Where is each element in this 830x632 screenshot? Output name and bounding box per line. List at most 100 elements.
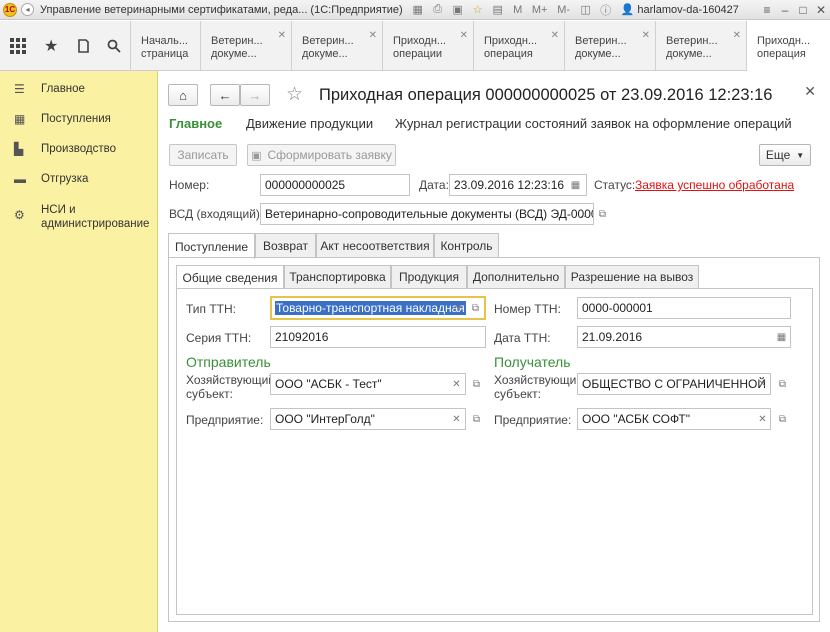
calculator-icon[interactable]: ▦ bbox=[411, 3, 425, 16]
tab-return[interactable]: Возврат bbox=[255, 233, 316, 257]
receiver-enterprise-field[interactable]: ООО "АСБК СОФТ" bbox=[577, 408, 771, 430]
history-icon[interactable]: ▤ bbox=[491, 3, 505, 16]
tab-transport[interactable]: Транспортировка bbox=[284, 265, 391, 288]
number-label: Номер: bbox=[169, 178, 210, 192]
grid-icon: ▦ bbox=[14, 112, 26, 126]
tab-vet-docs-3[interactable]: Ветерин... докуме... ✕ bbox=[564, 21, 654, 71]
factory-icon: ▙ bbox=[14, 142, 24, 156]
home-button[interactable]: ⌂ bbox=[168, 84, 198, 106]
current-user[interactable]: 👤 harlamov-da-160427 bbox=[621, 3, 739, 17]
sender-entity-field[interactable]: ООО "АСБК - Тест" bbox=[270, 373, 466, 395]
truck-icon: ▬ bbox=[14, 172, 26, 186]
print-icon[interactable]: ⎙ bbox=[431, 3, 445, 16]
clear-icon[interactable]: ✕ bbox=[448, 373, 465, 395]
tab-close-icon[interactable]: ✕ bbox=[460, 29, 468, 42]
menu-icon[interactable]: ≡ bbox=[758, 3, 776, 17]
tab-nonconformity-act[interactable]: Акт несоответствия bbox=[316, 233, 434, 257]
minimize-icon[interactable]: – bbox=[776, 3, 794, 17]
tab-control[interactable]: Контроль bbox=[434, 233, 499, 257]
back-circle-icon[interactable]: ◂ bbox=[21, 3, 34, 16]
tab-incoming-op-1[interactable]: Приходн... операция ✕ bbox=[473, 21, 563, 71]
favorite-star-icon[interactable]: ☆ bbox=[286, 83, 303, 106]
sidebar-item-label: Производство bbox=[41, 143, 116, 155]
clear-icon[interactable]: ✕ bbox=[754, 373, 771, 395]
sender-group-title: Отправитель bbox=[186, 354, 271, 370]
receiver-entity-label: Хозяйствующий субъект: bbox=[494, 373, 583, 401]
open-icon[interactable]: ⧉ bbox=[774, 373, 791, 395]
chevron-down-icon: ▼ bbox=[796, 150, 805, 160]
save-button[interactable]: Записать bbox=[169, 144, 237, 166]
window-titlebar: 1С ◂ Управление ветеринарными сертификат… bbox=[0, 0, 830, 20]
link-main[interactable]: Главное bbox=[169, 116, 222, 131]
sidebar-item-main[interactable]: ☰ Главное bbox=[14, 83, 85, 95]
tab-incoming-ops[interactable]: Приходн... операции ✕ bbox=[382, 21, 472, 71]
back-button[interactable]: ← bbox=[210, 84, 240, 106]
ttn-type-value: Товарно-транспортная накладная bbox=[275, 301, 466, 315]
calendar-icon[interactable]: ▦ bbox=[773, 326, 790, 348]
m-minus-icon[interactable]: M- bbox=[555, 4, 573, 16]
form-request-icon: ▣ bbox=[251, 149, 262, 162]
m-icon[interactable]: M bbox=[511, 4, 525, 16]
sidebar-item-label: НСИ и администрирование bbox=[41, 204, 150, 230]
close-form-icon[interactable]: ✕ bbox=[804, 83, 816, 100]
clear-icon[interactable]: ✕ bbox=[754, 408, 771, 430]
maximize-icon[interactable]: □ bbox=[794, 3, 812, 17]
ttn-date-field[interactable]: 21.09.2016 bbox=[577, 326, 791, 348]
tab-close-icon[interactable]: ✕ bbox=[551, 29, 559, 42]
open-icon[interactable]: ⧉ bbox=[594, 203, 611, 225]
sidebar-item-receipts[interactable]: ▦ Поступления bbox=[14, 113, 111, 125]
ttn-series-field[interactable]: 21092016 bbox=[270, 326, 486, 348]
tab-additional[interactable]: Дополнительно bbox=[467, 265, 565, 288]
forward-button[interactable]: → bbox=[240, 84, 270, 106]
menu-lines-icon: ☰ bbox=[14, 82, 25, 96]
sidebar-item-shipment[interactable]: ▬ Отгрузка bbox=[14, 173, 88, 185]
link-movement[interactable]: Движение продукции bbox=[246, 116, 373, 131]
vsd-field[interactable]: Ветеринарно-сопроводительные документы (… bbox=[260, 203, 594, 225]
favorites-star-icon[interactable]: ★ bbox=[35, 21, 67, 71]
app-logo-icon[interactable]: 1С bbox=[3, 2, 17, 17]
dropdown-arrow-icon[interactable]: ▾ bbox=[450, 297, 467, 319]
search-icon[interactable] bbox=[98, 21, 130, 71]
tab-export-permit[interactable]: Разрешение на вывоз bbox=[565, 265, 699, 288]
number-field[interactable]: 000000000025 bbox=[260, 174, 410, 196]
tab-receipt[interactable]: Поступление bbox=[168, 233, 255, 259]
tab-general[interactable]: Общие сведения bbox=[176, 265, 284, 289]
sidebar-item-production[interactable]: ▙ Производство bbox=[14, 143, 116, 155]
apps-grid-icon[interactable] bbox=[0, 21, 35, 71]
tab-close-icon[interactable]: ✕ bbox=[369, 29, 377, 42]
more-button[interactable]: Еще ▼ bbox=[759, 144, 811, 166]
receiver-enterprise-label: Предприятие: bbox=[494, 413, 572, 427]
history-clock-icon[interactable] bbox=[67, 21, 99, 71]
open-icon[interactable]: ⧉ bbox=[468, 373, 485, 395]
tab-close-icon[interactable]: ✕ bbox=[642, 29, 650, 42]
panel-icon[interactable]: ◫ bbox=[579, 3, 593, 16]
tab-products[interactable]: Продукция bbox=[391, 265, 467, 288]
open-icon[interactable]: ⧉ bbox=[774, 408, 791, 430]
more-dots-icon[interactable]: … bbox=[573, 203, 590, 225]
tab-vet-docs-1[interactable]: Ветерин... докуме... ✕ bbox=[200, 21, 290, 71]
status-link[interactable]: Заявка успешно обработана bbox=[635, 178, 794, 192]
tab-close-icon[interactable]: ✕ bbox=[278, 29, 286, 42]
ttn-number-field[interactable]: 0000-000001 bbox=[577, 297, 791, 319]
tab-incoming-op-active[interactable]: Приходн... операция bbox=[746, 21, 830, 72]
open-icon[interactable]: ⧉ bbox=[467, 297, 484, 319]
receiver-entity-field[interactable]: ОБЩЕСТВО С ОГРАНИЧЕННОЙ bbox=[577, 373, 771, 395]
tab-vet-docs-2[interactable]: Ветерин... докуме... ✕ bbox=[291, 21, 381, 71]
m-plus-icon[interactable]: M+ bbox=[531, 4, 549, 16]
vsd-label: ВСД (входящий): bbox=[169, 207, 264, 221]
sender-enterprise-field[interactable]: ООО "ИнтерГолд" bbox=[270, 408, 466, 430]
status-label: Статус: bbox=[594, 178, 636, 192]
open-icon[interactable]: ⧉ bbox=[468, 408, 485, 430]
sidebar-item-admin[interactable]: ⚙ НСИ и администрирование bbox=[14, 203, 149, 231]
gear-icon: ⚙ bbox=[14, 208, 25, 222]
save-icon[interactable]: ▣ bbox=[451, 3, 465, 16]
tab-vet-docs-4[interactable]: Ветерин... докуме... ✕ bbox=[655, 21, 745, 71]
form-request-button[interactable]: ▣ Сформировать заявку bbox=[247, 144, 396, 166]
calendar-icon[interactable]: ▦ bbox=[567, 174, 584, 196]
close-window-icon[interactable]: ✕ bbox=[812, 3, 830, 17]
tab-close-icon[interactable]: ✕ bbox=[733, 29, 741, 42]
clear-icon[interactable]: ✕ bbox=[448, 408, 465, 430]
link-journal[interactable]: Журнал регистрации состояний заявок на о… bbox=[395, 116, 792, 131]
favorite-icon[interactable]: ☆ bbox=[471, 3, 485, 16]
info-icon[interactable]: ⓘ bbox=[599, 2, 613, 18]
